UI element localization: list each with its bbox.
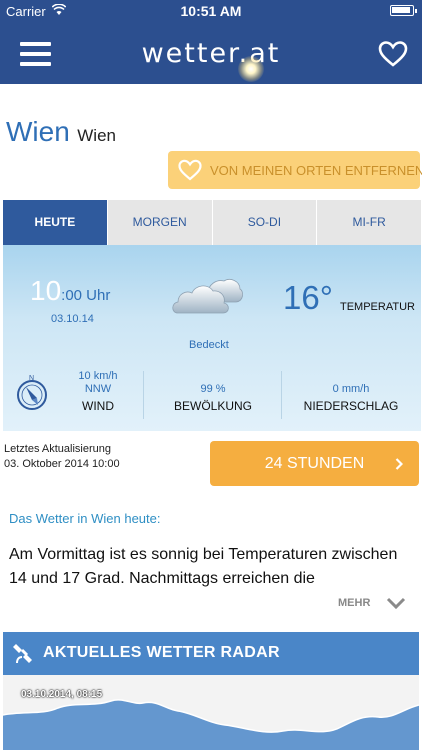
city-name: Wien (6, 116, 70, 147)
hour-value: 10 (30, 275, 62, 306)
wind-direction: NNW (84, 383, 112, 395)
cloud-stat: 99 % BEWÖLKUNG (145, 370, 281, 420)
current-weather-panel: 10:00 Uhr 03.10.14 Bedeckt 16° TEMPERATU… (3, 245, 421, 431)
radar-map[interactable]: 03.10.2014, 08:15 (3, 675, 419, 750)
chevron-down-icon[interactable] (386, 596, 406, 610)
clock: 10:51 AM (180, 3, 242, 19)
radar-timestamp: 03.10.2014, 08:15 (21, 689, 103, 700)
temperature-value: 16° (283, 279, 333, 316)
day-tabs: HEUTE MORGEN SO-DI MI-FR (3, 200, 421, 245)
last-update-label: Letztes Aktualisierung (4, 443, 112, 455)
radar-map-outline (3, 699, 419, 750)
24-hours-label: 24 STUNDEN (264, 455, 365, 472)
hour-suffix: :00 Uhr (61, 287, 111, 304)
radar-title: AKTUELLES WETTER RADAR (43, 644, 280, 661)
cloud-label: BEWÖLKUNG (173, 399, 252, 413)
favorites-heart-icon[interactable] (378, 40, 408, 68)
forecast-text: Am Vormittag ist es sonnig bei Temperatu… (9, 546, 398, 587)
logo-sun-icon (238, 56, 264, 82)
nav-bar: wetter.at (0, 22, 422, 84)
rain-stat: 0 mm/h NIEDERSCHLAG (283, 370, 419, 420)
rain-label: NIEDERSCHLAG (303, 399, 399, 413)
tab-so-di[interactable]: SO-DI (212, 200, 318, 245)
compass-icon: N (17, 375, 47, 410)
tab-heute[interactable]: HEUTE (3, 200, 108, 245)
last-update: Letztes Aktualisierung 03. Oktober 2014 … (4, 442, 120, 472)
remove-favorite-label: VON MEINEN ORTEN ENTFERNEN (210, 163, 422, 178)
chevron-right-icon (395, 458, 403, 470)
heart-icon (178, 159, 202, 181)
app-logo: wetter.at (141, 38, 281, 69)
stat-divider (281, 371, 282, 419)
24-hours-button[interactable]: 24 STUNDEN (210, 441, 419, 486)
satellite-icon (13, 644, 32, 664)
city-title: Wien Wien (6, 116, 116, 148)
forecast-heading: Das Wetter in Wien heute: (9, 511, 161, 526)
forecast-hour: 10:00 Uhr (30, 275, 110, 307)
last-update-date: 03. Oktober 2014 10:00 (4, 458, 120, 470)
wind-label: WIND (82, 399, 114, 413)
remove-favorite-button[interactable]: VON MEINEN ORTEN ENTFERNEN (168, 151, 422, 189)
city-region: Wien (77, 126, 116, 145)
status-bar: Carrier 10:51 AM (0, 0, 422, 22)
stat-divider (143, 371, 144, 419)
wind-speed: 10 km/h (78, 370, 118, 382)
wind-stat: 10 km/h NNW WIND (55, 370, 141, 420)
tab-mi-fr[interactable]: MI-FR (317, 200, 421, 245)
forecast-date: 03.10.14 (51, 313, 94, 325)
more-link[interactable]: MEHR (338, 597, 370, 609)
rain-value: 0 mm/h (332, 383, 370, 395)
battery-icon (390, 5, 417, 16)
cloud-value: 99 % (200, 383, 226, 395)
temperature-label: TEMPERATUR (340, 301, 415, 313)
condition-label: Bedeckt (189, 339, 229, 351)
radar-header[interactable]: AKTUELLES WETTER RADAR (3, 632, 419, 675)
tab-morgen[interactable]: MORGEN (107, 200, 213, 245)
cloud-icon (172, 279, 244, 314)
